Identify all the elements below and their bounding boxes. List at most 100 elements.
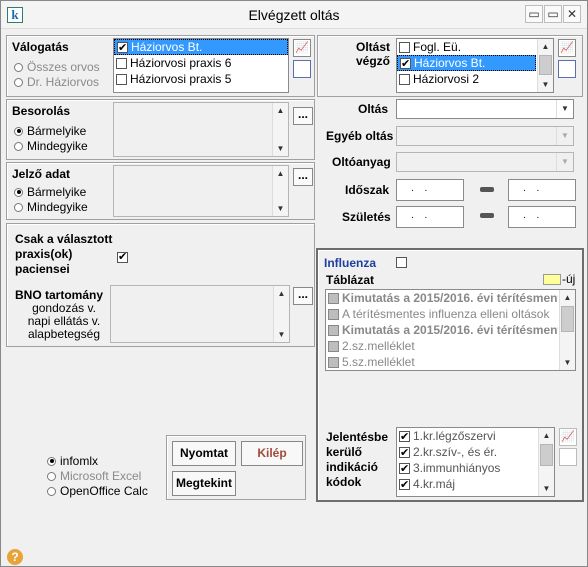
codes-listbox[interactable]: 1.kr.légzőszervi 2.kr.szív-, és ér. 3.im… [396,427,555,497]
radio-osszes-orvos[interactable]: Összes orvos [14,60,100,74]
praxis-bno-panel: Csak a választott praxis(ok) paciensei B… [6,223,315,347]
select-all-chart-button[interactable]: 📈 [293,39,311,57]
chart-icon: 📈 [560,41,574,54]
besorolas-listbox[interactable]: ▲ ▼ [113,102,289,157]
deselect-all-button[interactable] [293,60,311,78]
radio-excel[interactable]: Microsoft Excel [47,469,141,483]
codes-label: Jelentésbe kerülő indikáció kódok [326,430,389,489]
radio-infomlx[interactable]: infomlx [47,454,98,468]
list-item[interactable]: 2.sz.melléklet [326,338,558,354]
checkbox[interactable] [116,57,127,69]
minimize-button[interactable]: ▭ [525,5,543,23]
radio-jelzo-mindegyike[interactable]: Mindegyike [14,200,88,214]
tables-listbox[interactable]: Kimutatás a 2015/2016. évi térítésmentes… [325,289,576,371]
bno-browse-button[interactable]: ... [293,287,313,305]
scrollbar[interactable]: ▲ ▼ [537,39,553,92]
list-item[interactable]: Kimutatás a 2015/2016. évi térítésmentes [326,322,558,338]
checkbox[interactable] [399,461,410,476]
oltoanyag-label: Oltóanyag [332,155,391,169]
szuletes-label: Születés [342,210,391,224]
checkbox[interactable] [400,56,411,70]
scrollbar[interactable]: ▲ ▼ [559,290,575,370]
list-item[interactable]: 5.sz.melléklet [326,354,558,370]
chevron-down-icon: ▼ [556,153,573,171]
maximize-button[interactable]: ▭ [544,5,562,23]
kilep-button[interactable]: Kilép [241,441,303,466]
list-item[interactable]: Fogl. Eü. [397,39,536,55]
oltast-vegzo-label: Oltást végző [355,40,390,68]
oltast-vegzo-panel: Oltást végző Fogl. Eü. Háziorvos Bt. Ház… [317,35,583,97]
chevron-down-icon: ▼ [556,127,573,145]
chevron-down-icon: ▼ [556,100,573,118]
oltast-vegzo-listbox[interactable]: Fogl. Eü. Háziorvos Bt. Háziorvosi 2 ▲▼ [396,38,554,93]
list-item[interactable]: 1.kr.légzőszervi [397,428,537,444]
checkbox[interactable] [399,429,410,444]
jelzo-label: Jelző adat [12,167,71,181]
close-button[interactable]: ✕ [563,5,581,23]
nyomtat-button[interactable]: Nyomtat [172,441,236,466]
egyeb-oltas-label: Egyéb oltás [326,129,394,143]
chart-icon: 📈 [561,430,575,443]
scrollbar[interactable]: ▲ ▼ [538,428,554,496]
checkbox[interactable] [399,73,410,85]
radio-dr-haziorvos[interactable]: Dr. Háziorvos [14,75,99,89]
egyeb-oltas-combo[interactable]: ▼ [396,126,574,146]
list-item[interactable]: Háziorvos Bt. [397,55,536,71]
bno-sublabel: gondozás v. napi ellátás v. alapbetegség [27,301,101,341]
csak-label: Csak a választott praxis(ok) paciensei [15,232,113,276]
list-item[interactable]: Háziorvosi 2 [397,71,536,87]
jelzo-listbox[interactable]: ▲ ▼ [113,165,289,217]
checkbox[interactable] [399,445,410,460]
codes-select-all-button[interactable]: 📈 [559,428,577,446]
valogatas-panel: Válogatás Összes orvos Dr. Háziorvos Ház… [6,35,315,97]
checkbox[interactable] [117,40,128,54]
radio-jelzo-barmelyike[interactable]: Bármelyike [14,185,86,199]
radio-besorolas-barmelyike[interactable]: Bármelyike [14,124,86,138]
megtekint-button[interactable]: Megtekint [172,471,236,496]
jelzo-panel: Jelző adat Bármelyike Mindegyike ▲ ▼ ... [6,162,315,220]
close-icon: ✕ [566,7,578,21]
csak-checkbox[interactable] [117,250,128,263]
radio-openoffice[interactable]: OpenOffice Calc [47,484,148,498]
vegzo-deselect-all-button[interactable] [558,60,576,78]
influenza-checkbox[interactable] [396,257,407,268]
oltoanyag-combo[interactable]: ▼ [396,152,574,172]
help-icon[interactable]: ? [7,549,23,565]
jelzo-browse-button[interactable]: ... [293,168,313,186]
checkbox[interactable] [116,73,127,85]
chart-icon: 📈 [295,41,309,54]
idoszak-from-field[interactable]: . . [396,179,464,201]
list-item[interactable]: 4.kr.máj [397,476,537,492]
title-bar: k Elvégzett oltás ▭ ▭ ✕ [1,1,587,29]
list-item[interactable]: Kimutatás a 2015/2016. évi térítésmentes [326,290,558,306]
list-item[interactable]: Háziorvos Bt. [114,39,288,55]
maximize-icon: ▭ [547,7,559,21]
new-color-swatch [543,274,561,285]
besorolas-browse-button[interactable]: ... [293,107,313,125]
range-dash [480,187,494,192]
window-title: Elvégzett oltás [248,7,340,23]
checkbox[interactable] [399,41,410,53]
oltas-combo[interactable]: ▼ [396,99,574,119]
tablazat-label: Táblázat [326,273,375,287]
valogatas-listbox[interactable]: Háziorvos Bt. Háziorvosi praxis 6 Házior… [113,38,289,93]
influenza-label: Influenza [324,256,377,270]
besorolas-panel: Besorolás Bármelyike Mindegyike ▲ ▼ ... [6,99,315,160]
oltas-label: Oltás [358,102,389,116]
szuletes-from-field[interactable]: . . [396,206,464,228]
idoszak-to-field[interactable]: . . [508,179,576,201]
checkbox[interactable] [399,477,410,492]
list-item[interactable]: A térítésmentes influenza elleni oltások [326,306,558,322]
new-legend-label: -új [562,272,576,286]
vegzo-select-all-button[interactable]: 📈 [558,39,576,57]
bno-listbox[interactable]: ▲ ▼ [110,285,290,343]
szuletes-to-field[interactable]: . . [508,206,576,228]
list-item[interactable]: Háziorvosi praxis 5 [114,71,288,87]
list-item[interactable]: 3.immunhiányos [397,460,537,476]
codes-deselect-all-button[interactable] [559,448,577,466]
minimize-icon: ▭ [528,7,540,21]
list-item[interactable]: Háziorvosi praxis 6 [114,55,288,71]
list-item[interactable]: 2.kr.szív-, és ér. [397,444,537,460]
radio-besorolas-mindegyike[interactable]: Mindegyike [14,139,88,153]
valogatas-label: Válogatás [12,40,69,54]
